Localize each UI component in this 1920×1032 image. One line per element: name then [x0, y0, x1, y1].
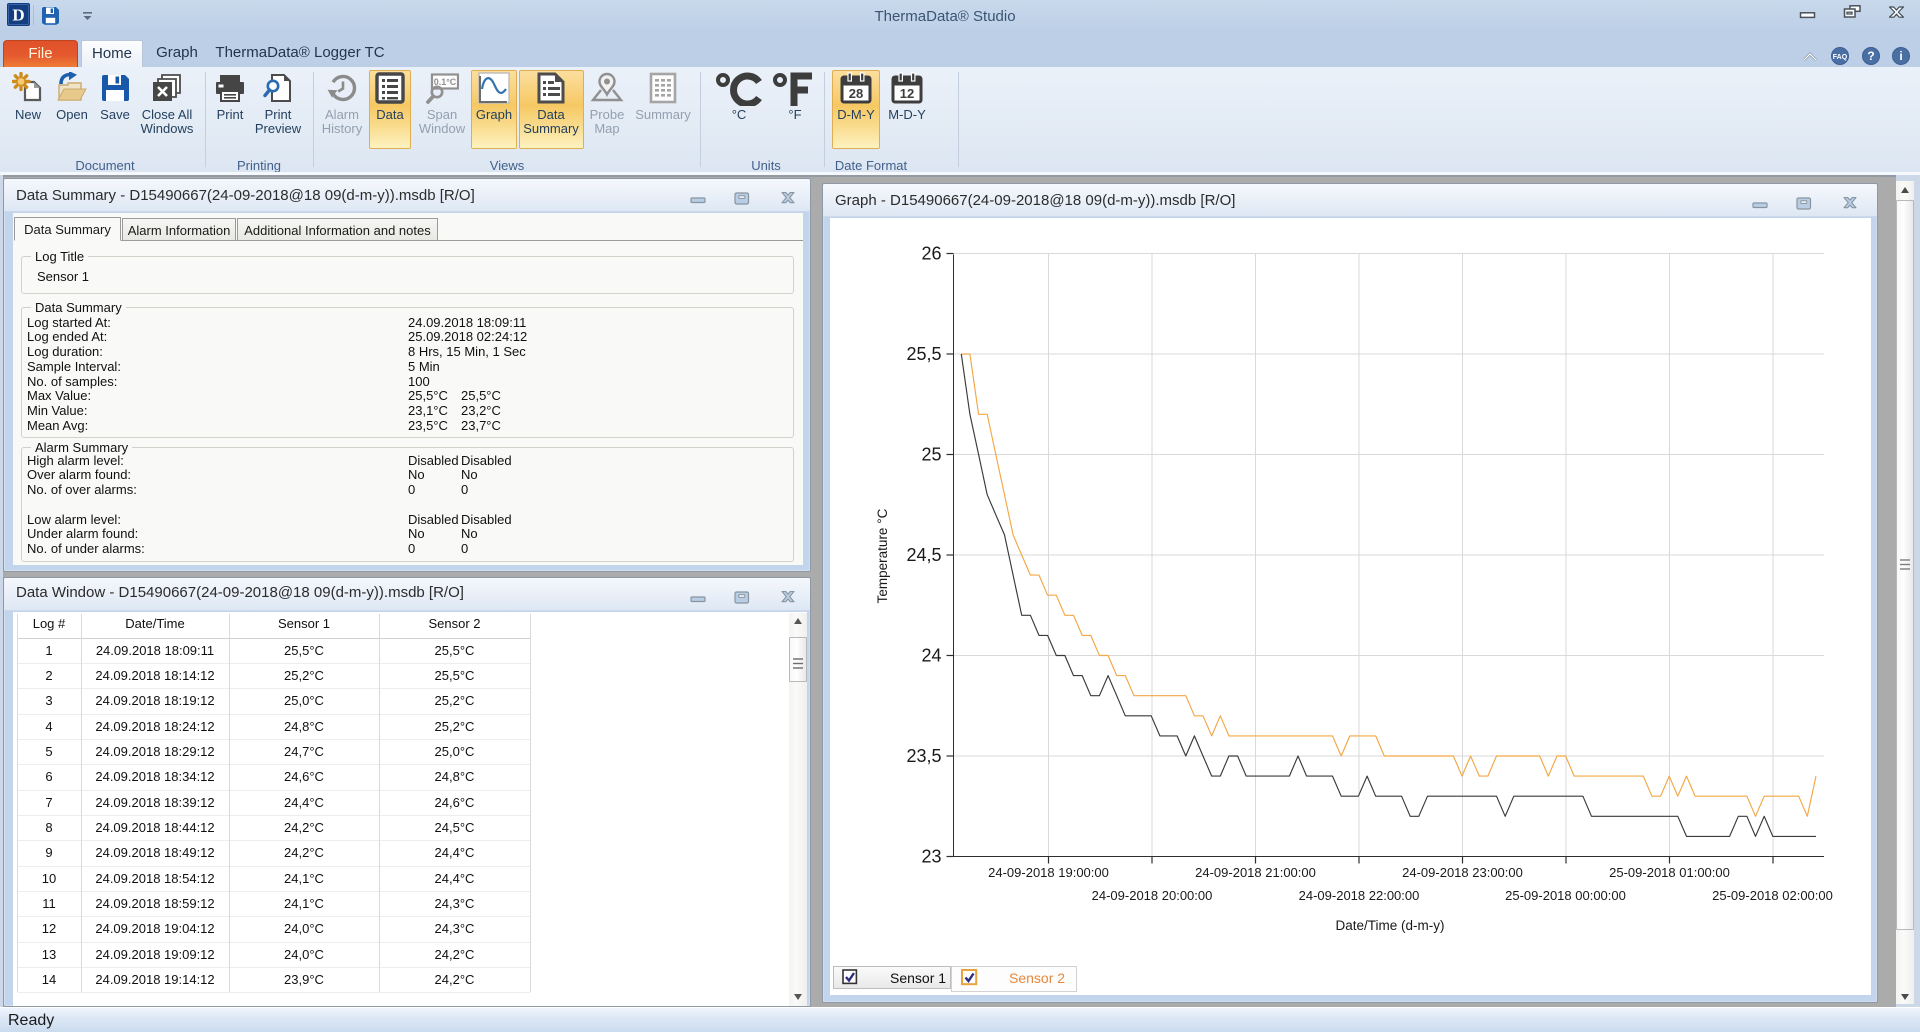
- svg-text:FAQ: FAQ: [1833, 54, 1848, 61]
- svg-text:i: i: [1899, 49, 1902, 63]
- svg-text:25,5: 25,5: [906, 344, 941, 364]
- svg-text:25: 25: [921, 445, 941, 465]
- svg-text:24-09-2018 22:00:00: 24-09-2018 22:00:00: [1299, 888, 1420, 903]
- svg-text:24-09-2018 20:00:00: 24-09-2018 20:00:00: [1092, 888, 1213, 903]
- svg-text:26: 26: [921, 244, 941, 264]
- svg-text:24: 24: [921, 646, 941, 666]
- svg-text:0.1°C: 0.1°C: [434, 77, 457, 87]
- svg-text:23,5: 23,5: [906, 746, 941, 766]
- svg-text:24,5: 24,5: [906, 545, 941, 565]
- svg-text:28: 28: [849, 86, 863, 101]
- svg-text:?: ?: [1867, 49, 1874, 63]
- svg-text:24-09-2018 23:00:00: 24-09-2018 23:00:00: [1402, 865, 1523, 880]
- svg-text:24-09-2018 21:00:00: 24-09-2018 21:00:00: [1195, 865, 1316, 880]
- svg-text:12: 12: [900, 86, 914, 101]
- svg-text:23: 23: [921, 847, 941, 867]
- svg-text:25-09-2018 00:00:00: 25-09-2018 00:00:00: [1505, 888, 1626, 903]
- svg-text:Temperature °C: Temperature °C: [875, 508, 890, 603]
- svg-text:24-09-2018 19:00:00: 24-09-2018 19:00:00: [988, 865, 1109, 880]
- svg-text:25-09-2018 01:00:00: 25-09-2018 01:00:00: [1609, 865, 1730, 880]
- svg-text:25-09-2018 02:00:00: 25-09-2018 02:00:00: [1712, 888, 1833, 903]
- svg-text:Date/Time (d-m-y): Date/Time (d-m-y): [1335, 918, 1444, 933]
